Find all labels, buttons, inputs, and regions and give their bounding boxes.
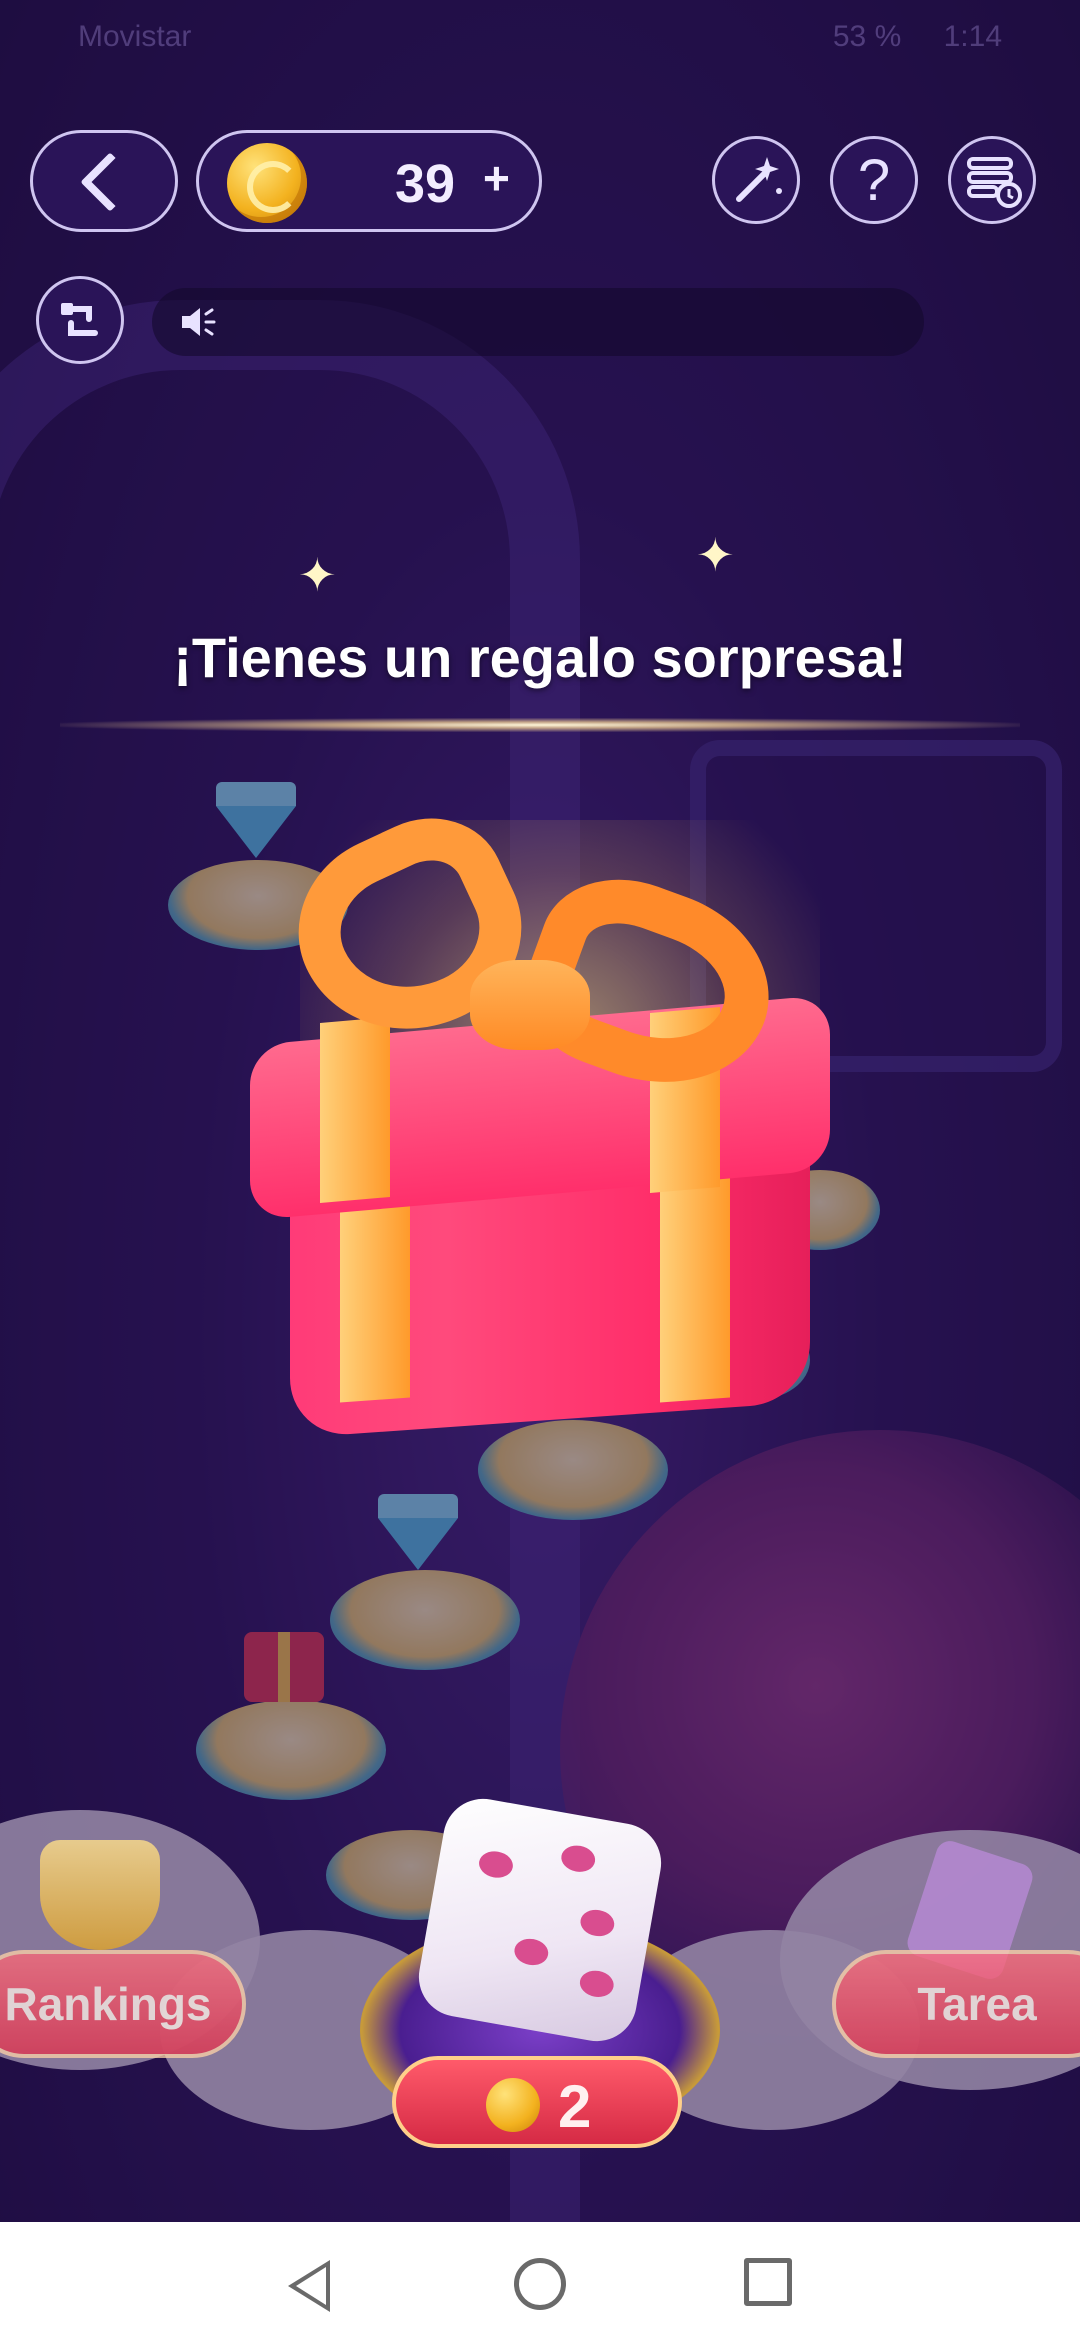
coin-icon [227, 143, 307, 223]
coin-balance[interactable]: 39 + [196, 130, 542, 232]
status-right: 53 % 1:14 [833, 20, 1002, 54]
dice-pip [577, 1968, 616, 2000]
popup-title: ¡Tienes un regalo sorpresa! [173, 626, 907, 689]
gift-bow-knot [470, 960, 590, 1050]
announcement-ticker [152, 288, 924, 356]
help-icon: ? [857, 148, 891, 213]
menu-history-button[interactable] [948, 136, 1036, 224]
dice-pip [578, 1907, 617, 1939]
status-bar: Movistar 53 % 1:14 [0, 0, 1080, 72]
nav-recents-icon[interactable] [744, 2258, 792, 2306]
trophy-icon [40, 1840, 160, 1950]
gift-ribbon [320, 1016, 390, 1204]
carrier-label: Movistar [78, 20, 192, 53]
chevron-left-icon [80, 152, 140, 212]
sparkle-icon: ✦ [298, 549, 337, 601]
dice-icon[interactable] [412, 1792, 668, 2048]
roll-cost: 2 [558, 2073, 592, 2140]
dice-pip [559, 1842, 598, 1875]
add-coins-button[interactable]: + [483, 151, 510, 205]
dice-pip [512, 1936, 551, 1968]
title-underline [60, 718, 1020, 732]
magic-wand-icon [736, 157, 782, 202]
back-button[interactable] [30, 130, 178, 232]
menu-clock-icon [967, 157, 1022, 208]
task-button[interactable]: Tarea [832, 1950, 1080, 2058]
clock: 1:14 [943, 20, 1002, 53]
speaker-icon [182, 308, 216, 336]
swap-icon [61, 303, 98, 336]
coin-count: 39 [395, 154, 456, 214]
rankings-button[interactable]: Rankings [0, 1950, 246, 2058]
magic-wand-button[interactable] [712, 136, 800, 224]
sparkle-icon: ✦ [696, 529, 735, 581]
nav-home-icon[interactable] [514, 2258, 566, 2310]
battery-percent: 53 % [832, 20, 902, 53]
roll-dice-button[interactable]: 2 [392, 2056, 682, 2148]
swap-board-button[interactable] [36, 276, 124, 364]
dice-pip [476, 1848, 515, 1881]
help-button[interactable]: ? [830, 136, 918, 224]
coin-icon [486, 2078, 540, 2132]
nav-back-icon[interactable] [288, 2260, 330, 2312]
